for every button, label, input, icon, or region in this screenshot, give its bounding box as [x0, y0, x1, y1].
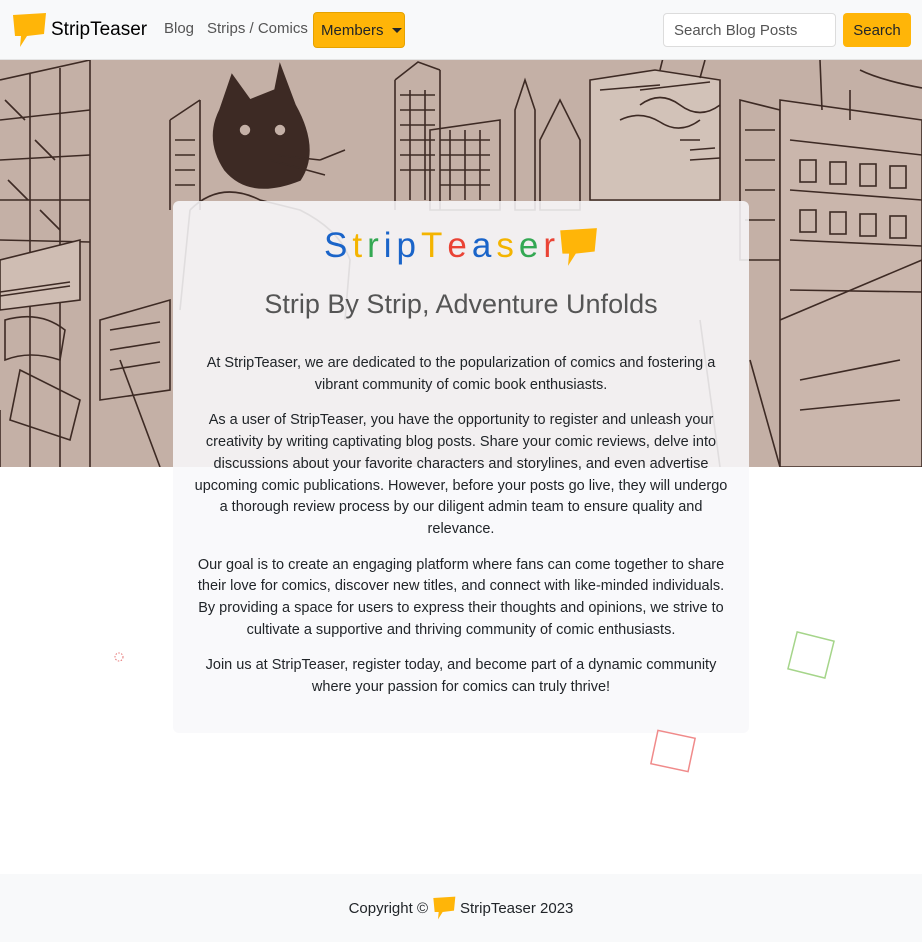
- nav-link-blog[interactable]: Blog: [164, 20, 194, 37]
- intro-paragraph: Join us at StripTeaser, register today, …: [205, 657, 717, 696]
- members-dropdown-button[interactable]: Members: [313, 12, 405, 48]
- speech-bubble-logo-icon: [560, 228, 597, 266]
- intro-text: At StripTeaser, we are dedicated to the …: [194, 353, 728, 713]
- logo-letter: e: [518, 225, 544, 265]
- intro-paragraph: As a user of StripTeaser, you have the o…: [194, 412, 728, 537]
- search-input[interactable]: [663, 13, 836, 47]
- copyright-prefix: Copyright ©: [348, 899, 428, 917]
- logo-letter: r: [367, 225, 384, 265]
- logo-letter: i: [383, 225, 397, 265]
- caret-down-icon: [391, 28, 402, 33]
- logo-letter: a: [471, 225, 497, 265]
- speech-bubble-logo-icon: [13, 13, 46, 47]
- navbar: StripTeaser Blog Strips / Comics Members…: [0, 0, 922, 60]
- page: StripTeaser Blog Strips / Comics Members…: [0, 0, 922, 942]
- footer: Copyright © StripTeaser 2023: [0, 874, 922, 942]
- page-title: Strip By Strip, Adventure Unfolds: [264, 289, 658, 319]
- brand-link[interactable]: StripTeaser: [11, 11, 147, 49]
- speech-bubble-logo-icon: [433, 896, 456, 920]
- members-label: Members: [321, 21, 384, 39]
- confetti-square-decoration: [649, 729, 697, 773]
- nav-link-strips-comics[interactable]: Strips / Comics: [207, 20, 308, 37]
- logo-letter: s: [496, 225, 519, 265]
- search-button[interactable]: Search: [843, 13, 911, 47]
- logo-letter: t: [352, 225, 368, 265]
- logo-letter: e: [447, 225, 472, 265]
- confetti-dot-decoration: [114, 652, 124, 662]
- intro-paragraph: Our goal is to create an engaging platfo…: [197, 556, 725, 638]
- copyright-suffix: StripTeaser 2023: [460, 899, 574, 917]
- brand-name: StripTeaser: [51, 19, 148, 40]
- confetti-square-decoration: [787, 631, 835, 679]
- logo-letter: T: [421, 225, 448, 265]
- logo-letter: p: [396, 225, 422, 265]
- logo-letter: S: [324, 225, 353, 265]
- stripteaser-wordmark: S t r i p T e a s e r: [173, 223, 749, 267]
- intro-card: S t r i p T e a s e r Strip By Strip, Ad…: [173, 201, 749, 733]
- intro-paragraph: At StripTeaser, we are dedicated to the …: [206, 355, 716, 393]
